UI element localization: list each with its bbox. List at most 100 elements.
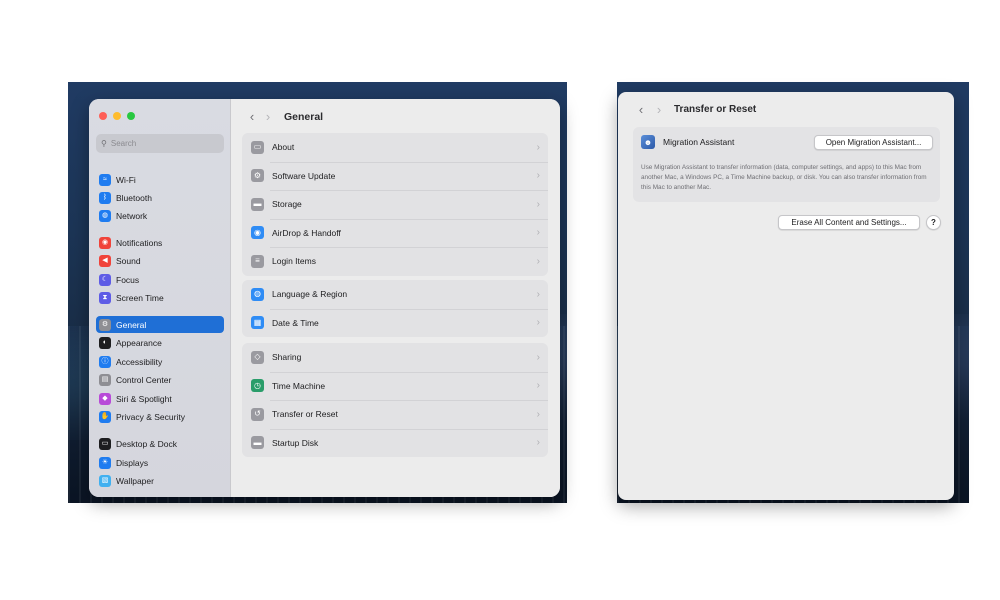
search-icon: ⚲	[101, 139, 107, 148]
chevron-right-icon: ›	[536, 227, 540, 239]
sidebar-item-accessibility[interactable]: ⓘ Accessibility	[96, 353, 224, 370]
sharing-icon: ◇	[251, 350, 264, 364]
sidebar-item-notifications[interactable]: ◉ Notifications	[96, 234, 224, 251]
globe-icon: ◍	[251, 287, 264, 301]
forward-button[interactable]: ›	[650, 102, 668, 117]
bluetooth-icon: ᛒ	[99, 191, 111, 204]
sidebar-item-label: Siri & Spotlight	[116, 393, 172, 404]
help-button[interactable]: ?	[926, 215, 941, 230]
sidebar-item-siri-spotlight[interactable]: ◆ Siri & Spotlight	[96, 390, 224, 407]
sidebar-item-label: Sound	[116, 255, 141, 266]
sidebar-item-bluetooth[interactable]: ᛒ Bluetooth	[96, 189, 224, 206]
settings-row-label: About	[272, 142, 295, 153]
migration-assistant-label: Migration Assistant	[663, 137, 735, 147]
migration-assistant-row: ☻ Migration Assistant	[641, 135, 734, 149]
sidebar-item-general[interactable]: ⚙ General	[96, 316, 224, 333]
chevron-right-icon: ›	[536, 288, 540, 300]
sidebar-item-label: Desktop & Dock	[116, 438, 177, 449]
settings-row-transfer-or-reset[interactable]: ↺ Transfer or Reset ›	[242, 400, 548, 429]
settings-row-software-update[interactable]: ⚙ Software Update ›	[242, 161, 548, 191]
chevron-right-icon: ›	[536, 351, 540, 363]
wifi-icon: ≈	[99, 173, 111, 186]
settings-group: ◇ Sharing › ◷ Time Machine › ↺ Transfer or Rese…	[242, 343, 548, 457]
minimize-button[interactable]	[113, 112, 121, 120]
sidebar-item-control-center[interactable]: ▤ Control Center	[96, 371, 224, 388]
settings-row-startup-disk[interactable]: ▬ Startup Disk ›	[242, 428, 548, 458]
sidebar-item-label: Bluetooth	[116, 192, 152, 203]
settings-row-about[interactable]: ▭ About ›	[242, 133, 548, 162]
chevron-right-icon: ›	[536, 437, 540, 449]
sidebar-item-displays[interactable]: ☀ Displays	[96, 454, 224, 471]
general-pane: ‹ › General ▭ About › ⚙ Software Update › ▬ Sto…	[232, 99, 560, 497]
back-button[interactable]: ‹	[632, 102, 650, 117]
sidebar-item-wi-fi[interactable]: ≈ Wi-Fi	[96, 171, 224, 188]
sidebar-item-screen-time[interactable]: ⧗ Screen Time	[96, 289, 224, 306]
sidebar-item-focus[interactable]: ☾ Focus	[96, 271, 224, 288]
reset-icon: ↺	[251, 407, 264, 421]
sidebar-item-label: Focus	[116, 274, 140, 285]
sidebar-item-sound[interactable]: ◀ Sound	[96, 252, 224, 269]
chevron-right-icon: ›	[536, 317, 540, 329]
sidebar-item-privacy-security[interactable]: ✋ Privacy & Security	[96, 408, 224, 425]
disk-icon: ▬	[251, 436, 264, 450]
chevron-right-icon: ›	[536, 170, 540, 182]
window-controls	[99, 112, 135, 120]
navigation-bar: ‹ › Transfer or Reset	[632, 102, 756, 117]
sidebar-item-label: Wallpaper	[116, 475, 154, 486]
zoom-button[interactable]	[127, 112, 135, 120]
control-center-icon: ▤	[99, 373, 111, 386]
chevron-right-icon: ›	[536, 408, 540, 420]
sidebar-item-label: Notifications	[116, 237, 163, 248]
sun-icon: ☀	[99, 456, 111, 469]
page-title: Transfer or Reset	[674, 104, 757, 115]
settings-row-time-machine[interactable]: ◷ Time Machine ›	[242, 371, 548, 401]
sidebar-item-appearance[interactable]: ◐ Appearance	[96, 334, 224, 351]
search-field[interactable]: ⚲ Search	[96, 134, 224, 153]
drive-icon: ▬	[251, 197, 264, 211]
settings-row-airdrop-handoff[interactable]: ◉ AirDrop & Handoff ›	[242, 218, 548, 248]
chevron-right-icon: ›	[536, 198, 540, 210]
sidebar-item-desktop-dock[interactable]: ▭ Desktop & Dock	[96, 435, 224, 452]
settings-row-date-time[interactable]: ▦ Date & Time ›	[242, 308, 548, 338]
page-title: General	[284, 110, 324, 123]
time-machine-icon: ◷	[251, 379, 264, 393]
accessibility-icon: ⓘ	[99, 355, 111, 368]
forward-button[interactable]: ›	[260, 109, 276, 124]
migration-assistant-icon: ☻	[641, 135, 655, 149]
settings-row-label: Language & Region	[272, 289, 348, 300]
transfer-or-reset-window: ‹ › Transfer or Reset ☻ Migration Assist…	[618, 92, 954, 500]
calendar-icon: ▦	[251, 316, 264, 330]
sidebar-item-wallpaper[interactable]: ▧ Wallpaper	[96, 472, 224, 489]
settings-row-label: Startup Disk	[272, 437, 319, 448]
moon-icon: ☾	[99, 273, 111, 286]
settings-row-label: Time Machine	[272, 380, 326, 391]
settings-row-login-items[interactable]: ≡ Login Items ›	[242, 247, 548, 276]
sidebar-item-label: Network	[116, 210, 148, 221]
laptop-icon: ▭	[251, 140, 264, 154]
settings-row-sharing[interactable]: ◇ Sharing ›	[242, 343, 548, 372]
sidebar-item-network[interactable]: ◍ Network	[96, 207, 224, 224]
sidebar: ⚲ Search ≈ Wi-Fi ᛒ Bluetooth ◍ Network ◉ Notifi…	[89, 99, 231, 497]
open-migration-assistant-button[interactable]: Open Migration Assistant...	[814, 135, 933, 150]
erase-all-content-button[interactable]: Erase All Content and Settings...	[778, 215, 920, 230]
sidebar-item-label: Control Center	[116, 374, 172, 385]
hand-icon: ✋	[99, 410, 111, 423]
system-settings-window: ⚲ Search ≈ Wi-Fi ᛒ Bluetooth ◍ Network ◉ Notifi…	[89, 99, 560, 497]
sidebar-item-label: Wi-Fi	[116, 174, 136, 185]
close-button[interactable]	[99, 112, 107, 120]
chevron-right-icon: ›	[536, 141, 540, 153]
airdrop-icon: ◉	[251, 226, 264, 240]
migration-description: Use Migration Assistant to transfer info…	[641, 164, 927, 191]
hourglass-icon: ⧗	[99, 291, 111, 304]
settings-row-label: Date & Time	[272, 317, 319, 328]
sidebar-item-label: Appearance	[116, 337, 162, 348]
back-button[interactable]: ‹	[244, 109, 260, 124]
appearance-icon: ◐	[99, 336, 111, 349]
sidebar-item-label: General	[116, 319, 147, 330]
settings-row-language-region[interactable]: ◍ Language & Region ›	[242, 280, 548, 309]
search-placeholder: Search	[110, 139, 137, 148]
speaker-icon: ◀	[99, 254, 111, 267]
settings-row-storage[interactable]: ▬ Storage ›	[242, 190, 548, 219]
chevron-right-icon: ›	[536, 255, 540, 267]
globe-icon: ◍	[99, 209, 111, 222]
